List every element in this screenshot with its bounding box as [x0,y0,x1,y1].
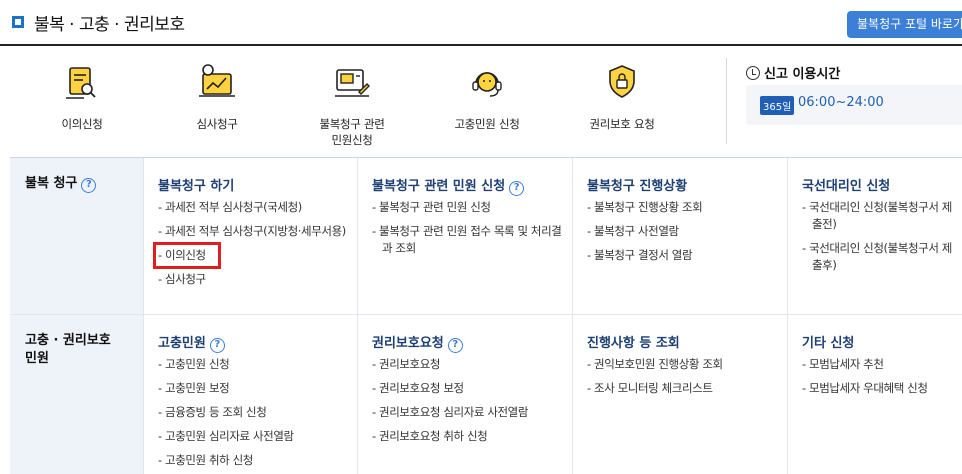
quick-link-label: 이의신청 [61,117,103,131]
list-item[interactable]: - 모범납세자 우대혜택 신청 [802,380,957,397]
column-title[interactable]: 진행사항 등 조회 [587,332,680,351]
document-search-icon [66,67,96,99]
list-item[interactable]: - 불복청구 진행상황 조회 [587,199,777,216]
help-icon[interactable]: ? [81,178,97,193]
quick-link-label: 불복청구 관련 민원신청 [319,117,385,147]
list-item[interactable]: - 과세전 적부 심사청구(국세청) [158,199,348,216]
help-icon[interactable]: ? [447,338,463,353]
column-title[interactable]: 불복청구 진행상황 [587,175,687,194]
column-title[interactable]: 기타 신청 [802,332,854,351]
list-item-objection[interactable]: - 이의신청 [153,242,348,269]
list-item[interactable]: - 권리보호요청 보정 [372,380,562,397]
row-header: 고충 · 권리보호 민원 [10,315,143,474]
service-hours-title: 신고 이용시간 [746,63,840,82]
column-title[interactable]: 고충민원? [158,332,225,353]
list-item[interactable]: - 고충민원 보정 [158,380,348,397]
column-grievance: 고충민원? - 고충민원 신청 - 고충민원 보정 - 금융증빙 등 조회 신청… [143,315,357,474]
list-item[interactable]: - 권리보호요청 취하 신청 [372,428,562,445]
list-item[interactable]: - 불복청구 관련 민원 접수 목록 및 처리결과 조회 [372,223,562,257]
list-item[interactable]: - 고충민원 신청 [158,356,348,373]
page-title: 불복 · 고충 · 권리보호 [34,15,185,35]
days-badge: 365일 [760,96,795,115]
chart-review-icon [199,64,235,97]
list-item[interactable]: - 과세전 적부 심사청구(지방청·세무서용) [158,223,348,240]
list-item[interactable]: - 조사 모니터링 체크리스트 [587,380,777,397]
quick-link-review[interactable]: 심사청구 [162,62,272,132]
column-title[interactable]: 권리보호요청? [372,332,463,353]
row-header-label: 고충 · 권리보호 민원 [25,333,111,366]
clock-icon [746,66,760,80]
quick-link-complaint-related[interactable]: 불복청구 관련 민원신청 [297,62,407,148]
form-edit-icon [335,69,370,97]
service-table: 불복 청구? 불복청구 하기 - 과세전 적부 심사청구(국세청) - 과세전 … [10,157,962,474]
column-public-attorney: 국선대리인 신청 - 국선대리인 신청(불복청구서 제출전) - 국선대리인 신… [787,158,962,314]
quick-link-grievance[interactable]: 고충민원 신청 [432,62,542,132]
column-other-requests: 기타 신청 - 모범납세자 추천 - 모범납세자 우대혜택 신청 [787,315,962,474]
column-appeal-related: 불복청구 관련 민원 신청? - 불복청구 관련 민원 신청 - 불복청구 관련… [357,158,572,314]
row-header-label: 불복 청구 [25,176,78,191]
list-item[interactable]: - 권리보호요청 [372,356,562,373]
quick-link-label: 고충민원 신청 [454,117,520,131]
row-header: 불복 청구? [10,158,143,314]
divider [726,58,727,144]
list-item[interactable]: - 불복청구 관련 민원 신청 [372,199,562,216]
page-header: 불복 · 고충 · 권리보호 불복청구 포털 바로가기 [0,0,962,46]
list-item[interactable]: - 심사청구 [158,271,348,288]
list-item[interactable]: - 모범납세자 추천 [802,356,957,373]
list-item[interactable]: - 불복청구 결정서 열람 [587,247,777,264]
list-item[interactable]: - 권익보호민원 진행상황 조회 [587,356,777,373]
list-item[interactable]: - 국선대리인 신청(불복청구서 제출후) [802,240,957,274]
column-title[interactable]: 불복청구 관련 민원 신청? [372,175,525,196]
quick-link-label: 권리보호 요청 [589,117,655,131]
service-hours-time: 06:00~24:00 [798,95,884,110]
list-item[interactable]: - 고충민원 취하 신청 [158,452,348,469]
column-title[interactable]: 불복청구 하기 [158,175,234,194]
table-row-appeal: 불복 청구? 불복청구 하기 - 과세전 적부 심사청구(국세청) - 과세전 … [10,158,962,315]
portal-shortcut-button[interactable]: 불복청구 포털 바로가기 [847,11,962,38]
service-hours-box: 365일 06:00~24:00 [746,85,962,125]
table-row-grievance: 고충 · 권리보호 민원 고충민원? - 고충민원 신청 - 고충민원 보정 -… [10,315,962,474]
list-item[interactable]: - 고충민원 심리자료 사전열람 [158,428,348,445]
quick-link-label: 심사청구 [196,117,238,131]
headset-icon [472,72,502,97]
help-icon[interactable]: ? [209,338,225,353]
quick-link-objection[interactable]: 이의신청 [27,62,137,132]
column-appeal-status: 불복청구 진행상황 - 불복청구 진행상황 조회 - 불복청구 사전열람 - 불… [572,158,787,314]
shield-lock-icon [609,65,635,98]
column-progress-inquiry: 진행사항 등 조회 - 권익보호민원 진행상황 조회 - 조사 모니터링 체크리… [572,315,787,474]
help-icon[interactable]: ? [509,181,525,196]
list-item[interactable]: - 국선대리인 신청(불복청구서 제출전) [802,199,957,233]
column-appeal: 불복청구 하기 - 과세전 적부 심사청구(국세청) - 과세전 적부 심사청구… [143,158,357,314]
list-item[interactable]: - 권리보호요청 심리자료 사전열람 [372,404,562,421]
quick-link-rights-protection[interactable]: 권리보호 요청 [567,62,677,132]
list-item[interactable]: - 불복청구 사전열람 [587,223,777,240]
column-rights-protection: 권리보호요청? - 권리보호요청 - 권리보호요청 보정 - 권리보호요청 심리… [357,315,572,474]
service-hours-label: 신고 이용시간 [764,67,841,82]
title-square-icon [12,16,24,28]
column-title[interactable]: 국선대리인 신청 [802,175,890,194]
highlight-box: - 이의신청 [153,242,221,269]
list-item[interactable]: - 금융증빙 등 조회 신청 [158,404,348,421]
